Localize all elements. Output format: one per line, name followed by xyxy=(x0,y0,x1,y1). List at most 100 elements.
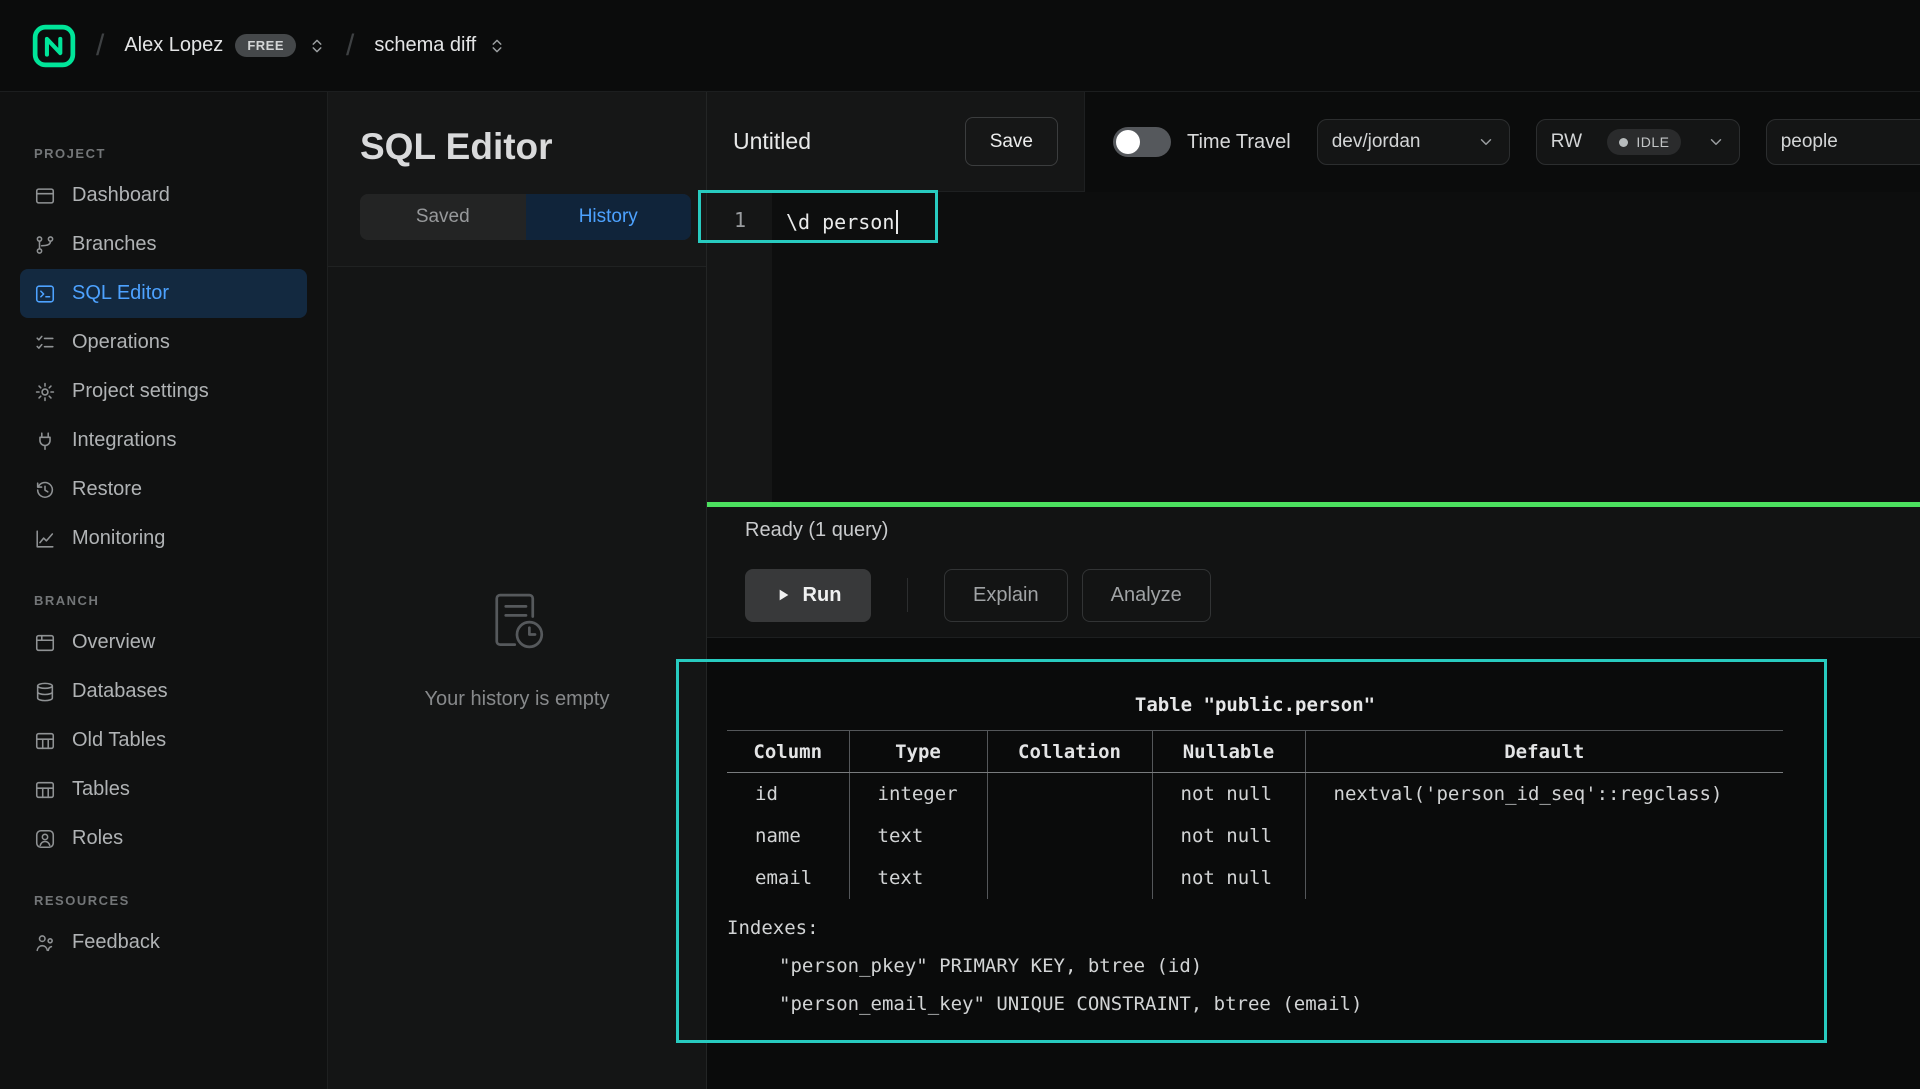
table-cell: name xyxy=(727,815,849,857)
sidebar-item-label: Tables xyxy=(72,778,130,801)
table-cell xyxy=(1305,857,1783,899)
sidebar-item-branches[interactable]: Branches xyxy=(20,220,307,269)
result-title: Table "public.person" xyxy=(727,694,1783,716)
table-cell xyxy=(1305,815,1783,857)
sidebar-section-label-resources: RESOURCES xyxy=(34,893,293,908)
dashboard-icon xyxy=(34,185,56,207)
project-name: schema diff xyxy=(374,34,476,57)
neon-logo-icon[interactable] xyxy=(32,24,76,68)
sidebar-item-label: Feedback xyxy=(72,931,160,954)
topbar: / Alex Lopez FREE / schema diff xyxy=(0,0,1920,92)
sidebar-section-label-project: PROJECT xyxy=(34,146,293,161)
sidebar-item-monitoring[interactable]: Monitoring xyxy=(20,514,307,563)
database-select-value: people xyxy=(1781,131,1838,153)
sidebar-section-label-branch: BRANCH xyxy=(34,593,293,608)
sidebar-item-feedback[interactable]: Feedback xyxy=(20,918,307,967)
text-cursor xyxy=(896,210,898,234)
app-body: PROJECT Dashboard Branches SQL EditorOperat… xyxy=(0,92,1920,1089)
chevron-updown-icon[interactable] xyxy=(308,37,326,55)
table-row: emailtextnot null xyxy=(727,857,1783,899)
sidebar-item-label: Dashboard xyxy=(72,184,170,207)
table-cell: text xyxy=(849,815,987,857)
sidebar-item-tables[interactable]: Tables xyxy=(20,765,307,814)
table-cell: not null xyxy=(1152,815,1305,857)
empty-history-icon xyxy=(481,585,553,662)
toggle-knob xyxy=(1116,130,1140,154)
roles-icon xyxy=(34,828,56,850)
sidebar-item-label: Integrations xyxy=(72,429,177,452)
sql-editor-icon xyxy=(34,283,56,305)
sidebar-item-sql-editor[interactable]: SQL Editor xyxy=(20,269,307,318)
database-select[interactable]: people xyxy=(1766,119,1920,165)
sidebar-item-label: Project settings xyxy=(72,380,209,403)
tab-saved[interactable]: Saved xyxy=(360,194,526,240)
empty-history-text: Your history is empty xyxy=(425,688,610,711)
sidebar-item-old-tables[interactable]: Old Tables xyxy=(20,716,307,765)
gear-icon xyxy=(34,381,56,403)
query-header: Untitled Save xyxy=(707,92,1085,192)
code-content[interactable]: \d person xyxy=(772,192,898,502)
history-empty-state: Your history is empty xyxy=(328,267,706,1089)
time-travel-toggle[interactable] xyxy=(1113,127,1171,157)
query-results: Table "public.person" ColumnTypeCollatio… xyxy=(707,638,1920,1089)
branch-select[interactable]: dev/jordan xyxy=(1317,119,1510,165)
table-cell: id xyxy=(727,773,849,815)
indexes-list: "person_pkey" PRIMARY KEY, btree (id)"pe… xyxy=(727,947,1920,1023)
table-cell xyxy=(987,815,1152,857)
history-panel-header: SQL Editor SavedHistory xyxy=(328,92,706,267)
sidebar-item-integrations[interactable]: Integrations xyxy=(20,416,307,465)
restore-icon xyxy=(34,479,56,501)
result-column-header: Type xyxy=(849,731,987,773)
sidebar-item-overview[interactable]: Overview xyxy=(20,618,307,667)
actions-divider xyxy=(907,578,908,612)
compute-status-badge: IDLE xyxy=(1607,129,1681,155)
operations-icon xyxy=(34,332,56,354)
status-bar: Ready (1 query) xyxy=(707,507,1920,553)
table-row: idinteger not nullnextval('person_id_seq'… xyxy=(727,773,1783,815)
sidebar-item-label: Restore xyxy=(72,478,142,501)
table-cell: not null xyxy=(1152,773,1305,815)
sidebar-item-label: Roles xyxy=(72,827,123,850)
sidebar-item-dashboard[interactable]: Dashboard xyxy=(20,171,307,220)
branch-select-value: dev/jordan xyxy=(1332,131,1421,153)
table-row: nametext not null xyxy=(727,815,1783,857)
sidebar-item-project-settings[interactable]: Project settings xyxy=(20,367,307,416)
breadcrumb-project[interactable]: schema diff xyxy=(374,34,506,57)
overview-icon xyxy=(34,632,56,654)
result-table-head: ColumnTypeCollationNullableDefault xyxy=(727,731,1783,773)
table-icon xyxy=(34,730,56,752)
chevron-updown-icon[interactable] xyxy=(488,37,506,55)
table-cell: integer xyxy=(849,773,987,815)
sidebar-item-restore[interactable]: Restore xyxy=(20,465,307,514)
compute-mode: RW xyxy=(1551,131,1582,153)
time-travel-label: Time Travel xyxy=(1187,131,1291,154)
breadcrumb-separator: / xyxy=(346,29,354,63)
table-cell: not null xyxy=(1152,857,1305,899)
explain-button[interactable]: Explain xyxy=(944,569,1068,622)
chevron-down-icon xyxy=(1477,133,1495,151)
sidebar-item-operations[interactable]: Operations xyxy=(20,318,307,367)
breadcrumb-user[interactable]: Alex Lopez FREE xyxy=(124,34,326,57)
user-name: Alex Lopez xyxy=(124,34,223,57)
feedback-icon xyxy=(34,932,56,954)
databases-icon xyxy=(34,681,56,703)
sidebar: PROJECT Dashboard Branches SQL EditorOperat… xyxy=(0,92,328,1089)
sidebar-item-label: Branches xyxy=(72,233,157,256)
tab-history[interactable]: History xyxy=(526,194,692,240)
history-panel: SQL Editor SavedHistory Your history is … xyxy=(328,92,707,1089)
run-button[interactable]: Run xyxy=(745,569,871,622)
table-cell: nextval('person_id_seq'::regclass) xyxy=(1305,773,1783,815)
save-button[interactable]: Save xyxy=(965,117,1058,166)
result-column-header: Nullable xyxy=(1152,731,1305,773)
saved-history-tabs: SavedHistory xyxy=(360,194,691,240)
index-line: "person_pkey" PRIMARY KEY, btree (id) xyxy=(727,947,1920,985)
analyze-button[interactable]: Analyze xyxy=(1082,569,1211,622)
query-actions: Run Explain Analyze xyxy=(707,553,1920,638)
result-column-header: Collation xyxy=(987,731,1152,773)
sidebar-item-label: Monitoring xyxy=(72,527,165,550)
sidebar-item-roles[interactable]: Roles xyxy=(20,814,307,863)
sidebar-item-databases[interactable]: Databases xyxy=(20,667,307,716)
code-editor[interactable]: 1 \d person xyxy=(707,192,1920,502)
compute-select[interactable]: RW IDLE xyxy=(1536,119,1740,165)
result-column-header: Default xyxy=(1305,731,1783,773)
